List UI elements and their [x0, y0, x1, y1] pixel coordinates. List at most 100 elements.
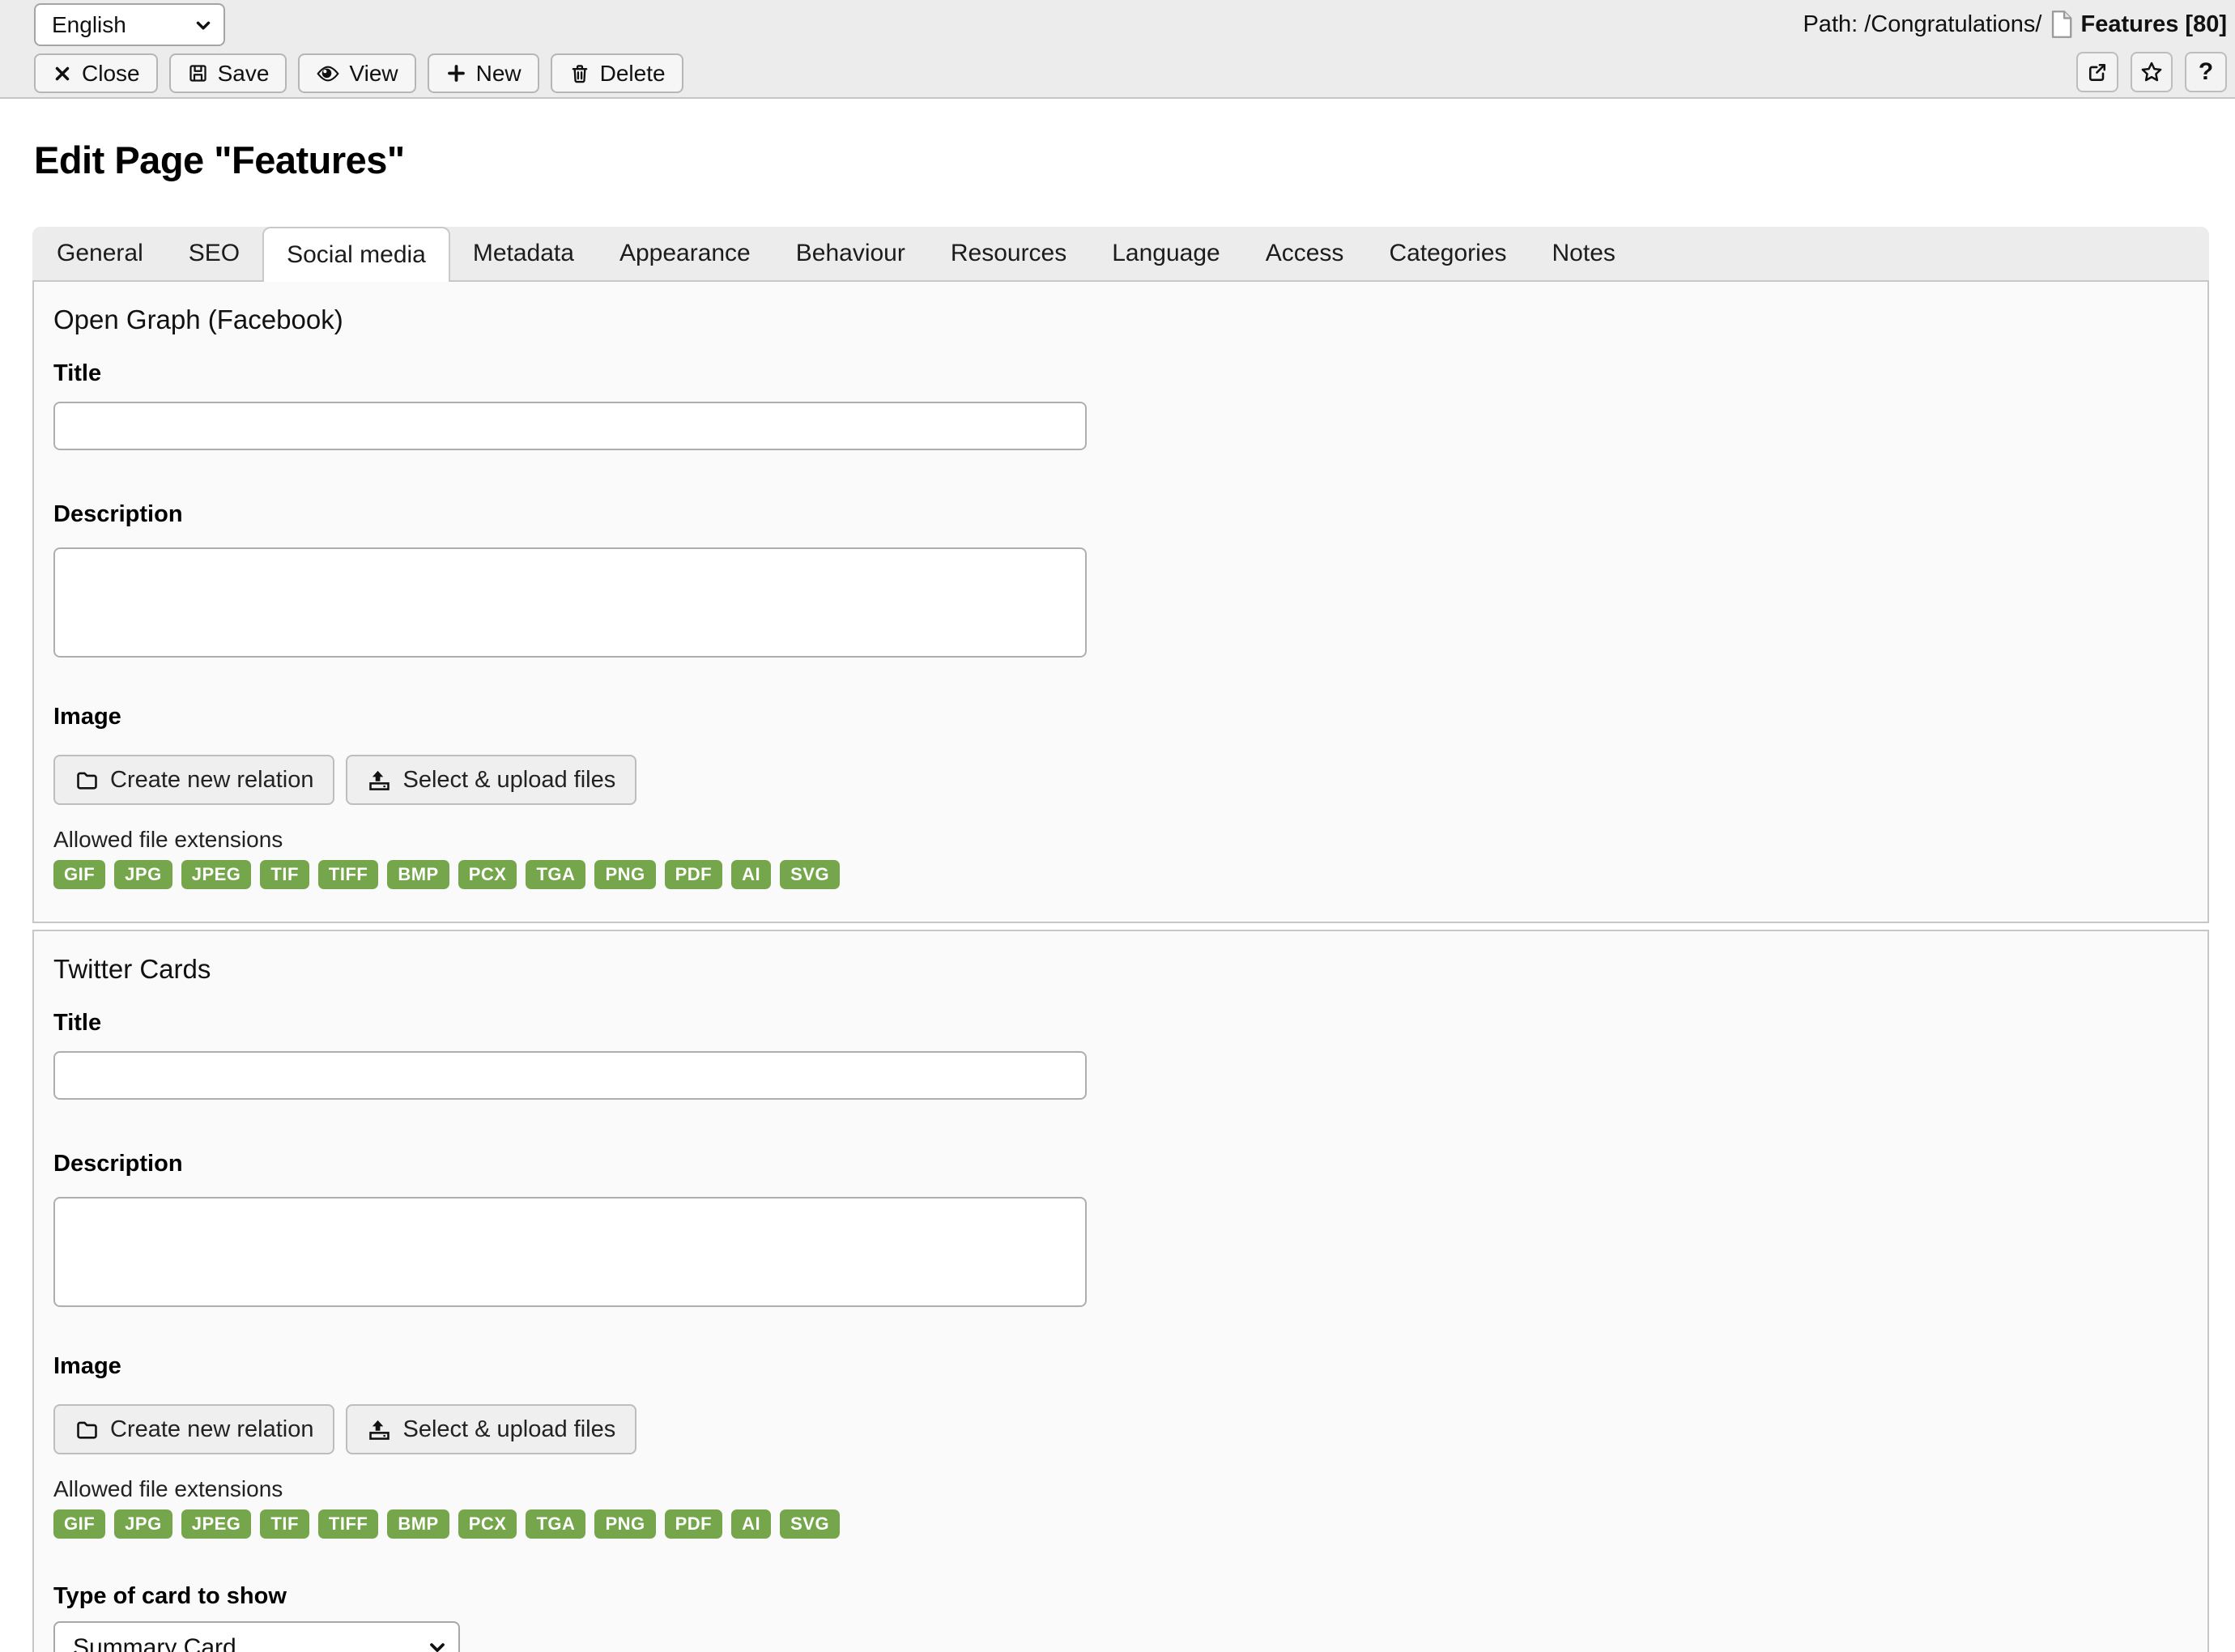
file-extension-badge: AI: [731, 1509, 771, 1539]
help-button[interactable]: ?: [2185, 52, 2227, 92]
file-extension-badge: TIFF: [318, 860, 378, 889]
page-edit-screen: { "toolbar": { "language_value": "Englis…: [0, 0, 2235, 1652]
tab-general[interactable]: General: [34, 227, 166, 280]
tw-select-upload-label: Select & upload files: [402, 1416, 615, 1443]
breadcrumb: Path: /Congratulations/ Features [80]: [1803, 10, 2227, 39]
tab-notes[interactable]: Notes: [1530, 227, 1638, 280]
external-link-icon: [2086, 61, 2109, 83]
og-allowed-extensions-label: Allowed file extensions: [53, 826, 2175, 854]
file-extension-badge: JPEG: [181, 1509, 252, 1539]
floppy-disk-icon: [187, 62, 209, 84]
delete-button[interactable]: Delete: [551, 53, 683, 93]
og-create-relation-label: Create new relation: [110, 767, 313, 794]
toolbar-buttons: Close Save View New Delete: [34, 53, 683, 93]
question-mark: ?: [2199, 58, 2213, 86]
tab-appearance[interactable]: Appearance: [597, 227, 773, 280]
star-icon: [2139, 60, 2164, 84]
tw-create-relation-label: Create new relation: [110, 1416, 313, 1443]
section-twitter-cards: Twitter Cards Title Description Image Cr…: [32, 930, 2209, 1652]
og-image-actions: Create new relation Select & upload file…: [53, 755, 2175, 805]
tw-card-type-select-wrap: Summary Card: [53, 1621, 460, 1652]
trash-icon: [568, 62, 591, 85]
section-heading-twitter-cards: Twitter Cards: [53, 952, 2175, 986]
page-icon: [2050, 10, 2072, 39]
file-extension-badge: PCX: [458, 1509, 517, 1539]
file-extension-badge: PDF: [665, 860, 723, 889]
file-extension-badge: GIF: [53, 1509, 105, 1539]
tw-card-type-label: Type of card to show: [53, 1582, 2175, 1610]
file-extension-badge: SVG: [780, 860, 840, 889]
file-extension-badge: TIF: [260, 860, 309, 889]
tw-description-textarea[interactable]: [53, 1197, 1087, 1307]
og-title-label: Title: [53, 360, 2175, 387]
tw-card-type-select[interactable]: Summary Card: [53, 1621, 460, 1652]
view-button-label: View: [349, 61, 398, 87]
og-allowed-extensions-badges: GIFJPGJPEGTIFTIFFBMPPCXTGAPNGPDFAISVG: [53, 860, 2175, 889]
section-heading-open-graph: Open Graph (Facebook): [53, 303, 2175, 337]
tab-access[interactable]: Access: [1243, 227, 1367, 280]
og-image-label: Image: [53, 703, 2175, 730]
new-button[interactable]: New: [428, 53, 539, 93]
file-extension-badge: TGA: [526, 860, 585, 889]
language-select[interactable]: English: [34, 3, 225, 46]
file-extension-badge: JPG: [114, 860, 172, 889]
tw-title-label: Title: [53, 1009, 2175, 1037]
tab-bar: General SEO Social media Metadata Appear…: [32, 227, 2209, 280]
section-open-graph: Open Graph (Facebook) Title Description …: [32, 280, 2209, 923]
language-select-wrap: English: [34, 3, 225, 46]
corner-buttons: ?: [2076, 52, 2227, 92]
tw-select-upload-button[interactable]: Select & upload files: [346, 1404, 636, 1454]
close-icon: [52, 63, 73, 84]
file-extension-badge: JPEG: [181, 860, 252, 889]
og-create-relation-button[interactable]: Create new relation: [53, 755, 334, 805]
tab-resources[interactable]: Resources: [928, 227, 1089, 280]
og-select-upload-button[interactable]: Select & upload files: [346, 755, 636, 805]
bookmark-button[interactable]: [2131, 52, 2173, 92]
og-description-label: Description: [53, 500, 2175, 528]
og-select-upload-label: Select & upload files: [402, 767, 615, 794]
edit-form: General SEO Social media Metadata Appear…: [32, 227, 2209, 1652]
tab-categories[interactable]: Categories: [1366, 227, 1529, 280]
file-extension-badge: PNG: [594, 860, 655, 889]
new-button-label: New: [476, 61, 522, 87]
og-description-textarea[interactable]: [53, 547, 1087, 658]
tab-metadata[interactable]: Metadata: [450, 227, 597, 280]
plus-icon: [445, 62, 467, 84]
og-title-input[interactable]: [53, 402, 1087, 450]
file-extension-badge: GIF: [53, 860, 105, 889]
tw-image-label: Image: [53, 1352, 2175, 1380]
close-button-label: Close: [82, 61, 140, 87]
file-extension-badge: TIF: [260, 1509, 309, 1539]
file-extension-badge: BMP: [387, 1509, 449, 1539]
tab-social-media[interactable]: Social media: [262, 227, 450, 282]
save-button-label: Save: [218, 61, 270, 87]
upload-icon: [367, 768, 392, 793]
folder-icon: [74, 1417, 100, 1442]
tw-allowed-extensions-label: Allowed file extensions: [53, 1475, 2175, 1503]
file-extension-badge: PDF: [665, 1509, 723, 1539]
delete-button-label: Delete: [600, 61, 666, 87]
tw-title-input[interactable]: [53, 1051, 1087, 1100]
file-extension-badge: PCX: [458, 860, 517, 889]
tw-create-relation-button[interactable]: Create new relation: [53, 1404, 334, 1454]
tw-description-label: Description: [53, 1150, 2175, 1177]
close-button[interactable]: Close: [34, 53, 158, 93]
file-extension-badge: JPG: [114, 1509, 172, 1539]
eye-icon: [316, 62, 340, 86]
top-toolbar: English Close Save View New Delete Path:…: [0, 0, 2235, 99]
tw-image-actions: Create new relation Select & upload file…: [53, 1404, 2175, 1454]
file-extension-badge: AI: [731, 860, 771, 889]
page-title: Edit Page "Features": [34, 138, 405, 182]
page-reference-link[interactable]: Features [80]: [2080, 11, 2227, 38]
path-text: Path: /Congratulations/: [1803, 11, 2041, 38]
tab-behaviour[interactable]: Behaviour: [773, 227, 928, 280]
save-button[interactable]: Save: [169, 53, 287, 93]
view-button[interactable]: View: [298, 53, 415, 93]
file-extension-badge: SVG: [780, 1509, 840, 1539]
open-new-window-button[interactable]: [2076, 52, 2118, 92]
tw-allowed-extensions-badges: GIFJPGJPEGTIFTIFFBMPPCXTGAPNGPDFAISVG: [53, 1509, 2175, 1539]
file-extension-badge: PNG: [594, 1509, 655, 1539]
tab-seo[interactable]: SEO: [166, 227, 262, 280]
tab-language[interactable]: Language: [1089, 227, 1242, 280]
upload-icon: [367, 1417, 392, 1442]
